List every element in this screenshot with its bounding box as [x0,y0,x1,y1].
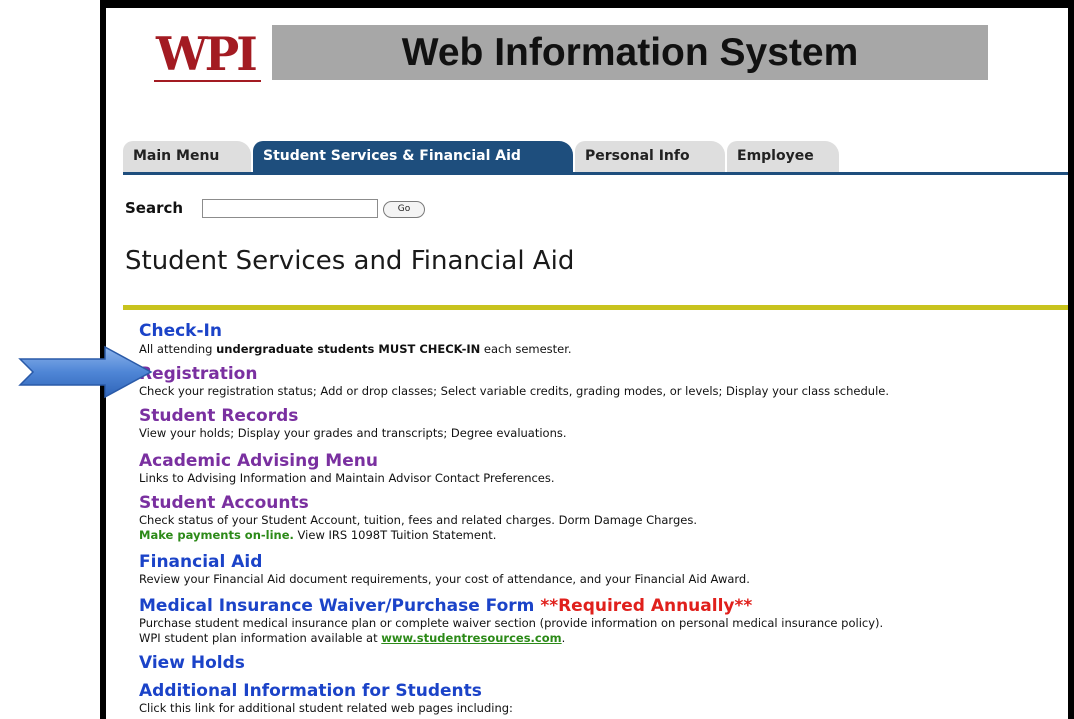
financial-aid-description: Review your Financial Aid document requi… [139,572,750,586]
tab-underline [123,172,1068,175]
page-title: Student Services and Financial Aid [125,246,575,276]
medical-insurance-description: Purchase student medical insurance plan … [139,616,884,630]
additional-info-description: Click this link for additional student r… [139,701,513,715]
academic-advising-description: Links to Advising Information and Mainta… [139,471,555,485]
medical-insurance-link[interactable]: Medical Insurance Waiver/Purchase Form *… [139,596,752,616]
checkin-description: All attending undergraduate students MUS… [139,342,572,357]
web-page: WPI Web Information System Main Menu Stu… [106,8,1068,719]
student-records-description: View your holds; Display your grades and… [139,426,567,440]
student-plan-info: WPI student plan information available a… [139,631,565,646]
checkin-link[interactable]: Check-In [139,321,222,341]
right-arrow-icon [18,345,153,399]
student-plan-end: . [561,631,566,645]
screenshot-frame: WPI Web Information System Main Menu Stu… [100,0,1074,719]
site-title: Web Information System [401,31,859,74]
student-plan-text: WPI student plan information available a… [139,631,382,645]
studentresources-link[interactable]: www.studentresources.com [381,631,561,645]
section-divider [123,305,1068,310]
view-holds-link[interactable]: View Holds [139,653,245,673]
title-banner: Web Information System [272,25,988,80]
logo-underline [154,80,261,82]
student-records-link[interactable]: Student Records [139,406,298,426]
checkin-desc-end: each semester. [480,342,572,356]
registration-description: Check your registration status; Add or d… [139,384,889,398]
academic-advising-link[interactable]: Academic Advising Menu [139,451,378,471]
search-label: Search [125,199,184,217]
wpi-logo[interactable]: WPI [156,29,258,79]
registration-link[interactable]: Registration [139,364,257,384]
tab-student-services[interactable]: Student Services & Financial Aid [253,141,573,173]
financial-aid-link[interactable]: Financial Aid [139,552,262,572]
search-input[interactable] [202,199,378,218]
irs-1098t-text[interactable]: View IRS 1098T Tuition Statement. [294,528,497,542]
go-button[interactable]: Go [383,201,425,218]
additional-info-link[interactable]: Additional Information for Students [139,681,482,701]
make-payments-link[interactable]: Make payments on-line. [139,528,294,542]
tab-main-menu[interactable]: Main Menu [123,141,251,173]
tab-personal-info[interactable]: Personal Info [575,141,725,173]
required-annually-label: **Required Annually** [540,596,753,616]
student-accounts-payments: Make payments on-line. View IRS 1098T Tu… [139,528,496,543]
checkin-desc-emphasis: undergraduate students MUST CHECK-IN [216,342,481,356]
student-accounts-description: Check status of your Student Account, tu… [139,513,697,527]
medical-insurance-title[interactable]: Medical Insurance Waiver/Purchase Form [139,596,534,616]
student-accounts-link[interactable]: Student Accounts [139,493,309,513]
tab-employee[interactable]: Employee [727,141,839,173]
